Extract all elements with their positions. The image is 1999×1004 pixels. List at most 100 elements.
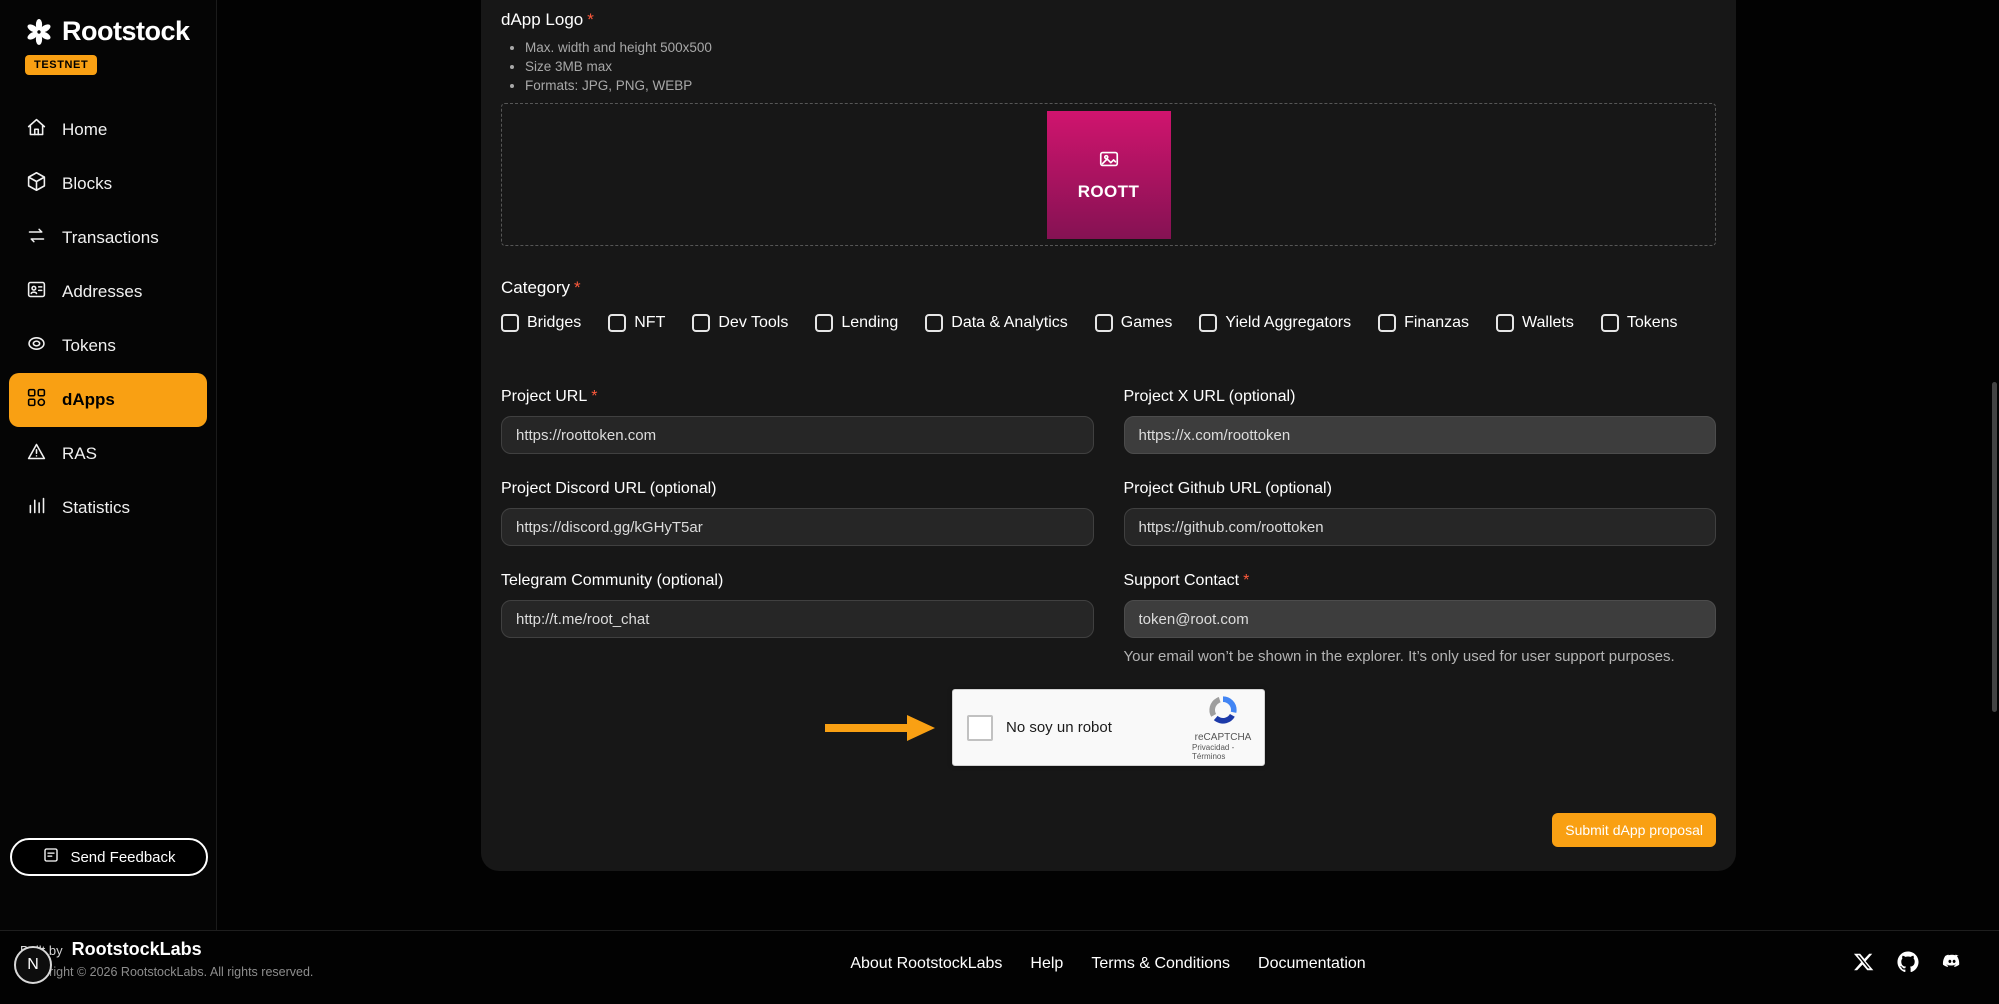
brand-name: Rootstock: [62, 16, 190, 47]
category-checkbox[interactable]: [925, 314, 943, 332]
sidebar-item-label: dApps: [62, 390, 115, 410]
field-project-x-url: Project X URL (optional): [1124, 388, 1717, 454]
feedback-icon: [42, 846, 60, 868]
logo-upload-dropzone[interactable]: ROOTT: [501, 103, 1716, 246]
category-option-lending[interactable]: Lending: [815, 314, 898, 332]
category-option-games[interactable]: Games: [1095, 314, 1173, 332]
footer-link-help[interactable]: Help: [1030, 955, 1063, 973]
category-checkbox[interactable]: [1199, 314, 1217, 332]
recaptcha-widget: No soy un robot reCAPTCHA Privacidad - T…: [952, 689, 1265, 766]
sidebar-item-home[interactable]: Home: [0, 103, 216, 157]
sidebar-item-transactions[interactable]: Transactions: [0, 211, 216, 265]
footer-link-about[interactable]: About RootstockLabs: [850, 955, 1002, 973]
recaptcha-privacy-terms-links[interactable]: Privacidad - Términos: [1192, 743, 1254, 761]
sidebar-item-dapps[interactable]: dApps: [9, 373, 207, 427]
sidebar-item-tokens[interactable]: Tokens: [0, 319, 216, 373]
category-checkbox[interactable]: [1601, 314, 1619, 332]
project-github-url-input[interactable]: [1124, 508, 1717, 546]
rootstock-logo[interactable]: Rootstock: [0, 0, 216, 47]
field-label: Telegram Community (optional): [501, 572, 1094, 590]
submit-row: Submit dApp proposal: [501, 813, 1716, 847]
field-project-url: Project URL*: [501, 388, 1094, 454]
field-support-contact: Support Contact* Your email won’t be sho…: [1124, 572, 1717, 665]
support-contact-input[interactable]: [1124, 600, 1717, 638]
category-option-bridges[interactable]: Bridges: [501, 314, 581, 332]
sidebar-item-ras[interactable]: RAS: [0, 427, 216, 481]
sidebar-item-statistics[interactable]: Statistics: [0, 481, 216, 535]
x-twitter-icon[interactable]: [1853, 951, 1875, 973]
logo-requirement: Size 3MB max: [525, 57, 1716, 76]
sidebar-item-label: RAS: [62, 444, 97, 464]
category-checkbox[interactable]: [692, 314, 710, 332]
logo-requirements: Max. width and height 500x500 Size 3MB m…: [501, 38, 1716, 95]
swap-arrows-icon: [26, 225, 47, 251]
footer-link-documentation[interactable]: Documentation: [1258, 955, 1366, 973]
category-option-finanzas[interactable]: Finanzas: [1378, 314, 1469, 332]
category-option-dev-tools[interactable]: Dev Tools: [692, 314, 788, 332]
footer-social-icons: [1853, 951, 1963, 973]
image-placeholder-icon: [1098, 148, 1120, 175]
category-option-data-analytics[interactable]: Data & Analytics: [925, 314, 1068, 332]
cube-icon: [26, 171, 47, 197]
bar-chart-icon: [26, 495, 47, 521]
category-option-yield-aggregators[interactable]: Yield Aggregators: [1199, 314, 1351, 332]
sidebar-item-blocks[interactable]: Blocks: [0, 157, 216, 211]
sidebar-item-addresses[interactable]: Addresses: [0, 265, 216, 319]
rootstocklabs-link[interactable]: RootstockLabs: [72, 939, 202, 960]
feedback-widget-avatar[interactable]: N: [14, 946, 52, 984]
dapp-proposal-form-panel: dApp Logo* Max. width and height 500x500…: [481, 0, 1736, 871]
category-label: Category*: [501, 278, 1716, 298]
sidebar-item-label: Blocks: [62, 174, 112, 194]
required-mark: *: [587, 10, 594, 29]
recaptcha-logo-icon: [1207, 694, 1239, 731]
logo-requirement: Max. width and height 500x500: [525, 38, 1716, 57]
required-mark: *: [1243, 572, 1249, 589]
field-label: Project Discord URL (optional): [501, 480, 1094, 498]
project-discord-url-input[interactable]: [501, 508, 1094, 546]
sidebar-item-label: Statistics: [62, 498, 130, 518]
footer-link-terms[interactable]: Terms & Conditions: [1091, 955, 1230, 973]
sidebar: Rootstock TESTNET Home Blocks Transactio…: [0, 0, 217, 930]
sidebar-item-label: Tokens: [62, 336, 116, 356]
send-feedback-button[interactable]: Send Feedback: [10, 838, 208, 876]
discord-icon[interactable]: [1941, 951, 1963, 973]
required-mark: *: [591, 388, 597, 405]
support-contact-helper: Your email won’t be shown in the explore…: [1124, 648, 1717, 665]
logo-preview: ROOTT: [1047, 111, 1171, 239]
category-checkbox[interactable]: [501, 314, 519, 332]
logo-preview-text: ROOTT: [1078, 182, 1140, 202]
sidebar-item-label: Addresses: [62, 282, 142, 302]
required-mark: *: [574, 278, 581, 297]
alert-triangle-icon: [26, 441, 47, 467]
category-checkbox[interactable]: [815, 314, 833, 332]
id-card-icon: [26, 279, 47, 305]
scrollbar-thumb[interactable]: [1992, 382, 1997, 712]
recaptcha-label: No soy un robot: [1006, 719, 1112, 736]
field-project-github-url: Project Github URL (optional): [1124, 480, 1717, 546]
field-label: Support Contact*: [1124, 572, 1717, 590]
home-icon: [26, 117, 47, 143]
captcha-row: No soy un robot reCAPTCHA Privacidad - T…: [501, 689, 1716, 766]
category-checkbox[interactable]: [608, 314, 626, 332]
project-x-url-input[interactable]: [1124, 416, 1717, 454]
logo-requirement: Formats: JPG, PNG, WEBP: [525, 76, 1716, 95]
recaptcha-checkbox[interactable]: [967, 715, 993, 741]
project-url-input[interactable]: [501, 416, 1094, 454]
category-checkbox[interactable]: [1496, 314, 1514, 332]
category-checkbox[interactable]: [1378, 314, 1396, 332]
category-option-wallets[interactable]: Wallets: [1496, 314, 1574, 332]
category-options: Bridges NFT Dev Tools Lending Data & Ana…: [501, 314, 1716, 332]
github-icon[interactable]: [1897, 951, 1919, 973]
sidebar-item-label: Home: [62, 120, 107, 140]
category-option-tokens[interactable]: Tokens: [1601, 314, 1678, 332]
sidebar-item-label: Transactions: [62, 228, 159, 248]
apps-grid-icon: [26, 387, 47, 413]
category-checkbox[interactable]: [1095, 314, 1113, 332]
telegram-community-input[interactable]: [501, 600, 1094, 638]
field-label: Project Github URL (optional): [1124, 480, 1717, 498]
coin-icon: [26, 333, 47, 359]
submit-dapp-proposal-button[interactable]: Submit dApp proposal: [1552, 813, 1716, 847]
footer-links: About RootstockLabs Help Terms & Conditi…: [850, 955, 1365, 973]
category-option-nft[interactable]: NFT: [608, 314, 665, 332]
footer-brand-block: Built by RootstockLabs Copyright © 2026 …: [20, 939, 313, 979]
